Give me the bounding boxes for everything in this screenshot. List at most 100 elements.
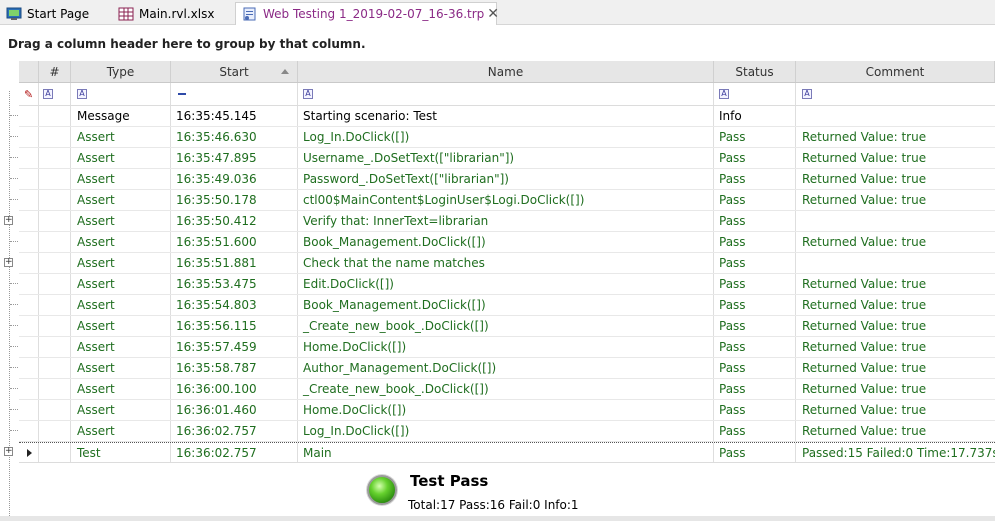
tree-tick [10,367,18,368]
comment-cell: Returned Value: true [802,361,927,375]
row-number-cell [39,358,71,378]
close-icon[interactable]: ✕ [484,6,502,22]
start-cell: 16:35:57.459 [171,337,298,357]
column-header-num[interactable]: # [39,61,71,82]
tree-gutter: + + + [0,61,19,521]
row-indicator [19,337,39,357]
table-row[interactable]: Assert 16:35:47.895 Username_.DoSetText(["… [19,148,995,169]
tab-label: Main.rvl.xlsx [139,6,215,21]
name-cell: Log_In.DoClick([]) [298,421,714,441]
comment-cell: Returned Value: true [802,340,927,354]
start-cell: 16:36:02.757 [171,421,298,441]
expand-icon[interactable]: + [4,258,13,267]
tree-tick [10,346,18,347]
filter-name[interactable]: A [298,83,714,105]
column-header-start[interactable]: Start [171,61,298,82]
status-cell: Pass [714,316,796,336]
filter-row: ✎ A A A A A [19,83,995,106]
text-filter-icon[interactable]: A [802,89,812,99]
table-row[interactable]: Assert 16:36:00.100 _Create_new_book_.DoCl… [19,379,995,400]
table-row[interactable]: Assert 16:35:46.630 Log_In.DoClick([]) Pass… [19,127,995,148]
table-row[interactable]: Test 16:36:02.757 Main Pass Passed:15 Failed… [19,442,995,463]
comment-cell: Returned Value: true [802,319,927,333]
table-row[interactable]: Assert 16:35:50.412 Verify that: InnerText… [19,211,995,232]
type-cell: Assert [71,190,171,210]
row-number-cell [39,253,71,273]
type-cell: Assert [71,295,171,315]
comment-cell [796,211,995,231]
name-cell: ctl00$MainContent$LoginUser$Logi.DoClick… [298,190,714,210]
start-cell: 16:35:56.115 [171,316,298,336]
row-indicator [19,190,39,210]
row-number-cell [39,379,71,399]
type-cell: Assert [71,232,171,252]
column-header-type[interactable]: Type [71,61,171,82]
table-row[interactable]: Assert 16:35:49.036 Password_.DoSetText(["… [19,169,995,190]
tab-web-testing-report[interactable]: Web Testing 1_2019-02-07_16-36.trp ✕ [235,2,499,25]
table-row[interactable]: Assert 16:35:57.459 Home.DoClick([]) Pass Re… [19,337,995,358]
text-filter-icon[interactable]: A [303,89,313,99]
expand-icon[interactable]: + [4,216,13,225]
column-header-start-label: Start [219,64,249,79]
tree-tick [10,115,18,116]
filter-num[interactable]: A [39,83,71,105]
tree-tick [10,304,18,305]
table-row[interactable]: Assert 16:35:54.803 Book_Management.DoClic… [19,295,995,316]
equals-filter-icon[interactable] [178,93,186,95]
table-row[interactable]: Assert 16:35:51.881 Check that the name ma… [19,253,995,274]
comment-cell: Passed:15 Failed:0 Time:17.737s [802,445,995,460]
name-cell: _Create_new_book_.DoClick([]) [298,316,714,336]
expand-icon[interactable]: + [4,447,13,456]
filter-clear-cell[interactable]: ✎ [19,83,39,105]
text-filter-icon[interactable]: A [77,89,87,99]
column-header-name[interactable]: Name [298,61,714,82]
text-filter-icon[interactable]: A [719,89,729,99]
row-number-cell [39,274,71,294]
table-row[interactable]: Assert 16:35:51.600 Book_Management.DoClic… [19,232,995,253]
table-row[interactable]: Assert 16:35:56.115 _Create_new_book_.DoCl… [19,316,995,337]
table-row[interactable]: Assert 16:35:50.178 ctl00$MainContent$Logi… [19,190,995,211]
status-cell: Pass [714,379,796,399]
start-cell: 16:36:02.757 [171,443,298,462]
row-indicator [19,295,39,315]
table-row[interactable]: Assert 16:35:53.475 Edit.DoClick([]) Pass Re… [19,274,995,295]
status-cell: Info [714,106,796,126]
group-by-panel[interactable]: Drag a column header here to group by th… [0,25,995,61]
filter-start[interactable] [171,83,298,105]
tab-start-page[interactable]: Start Page [0,2,110,25]
test-summary-panel: Test Pass Total:17 Pass:16 Fail:0 Info:1 [19,462,995,521]
row-number-cell [39,106,71,126]
table-row[interactable]: Assert 16:35:58.787 Author_Management.DoCl… [19,358,995,379]
comment-cell: Returned Value: true [802,130,927,144]
row-indicator [19,274,39,294]
status-cell: Pass [714,232,796,252]
clear-filter-icon[interactable]: ✎ [24,88,33,101]
row-indicator [19,127,39,147]
name-cell: _Create_new_book_.DoClick([]) [298,379,714,399]
start-cell: 16:35:51.600 [171,232,298,252]
filter-type[interactable]: A [71,83,171,105]
table-row[interactable]: Assert 16:36:01.460 Home.DoClick([]) Pass Re… [19,400,995,421]
tab-main-rvl-xlsx[interactable]: Main.rvl.xlsx [112,2,234,25]
table-row[interactable]: Assert 16:36:02.757 Log_In.DoClick([]) Pass… [19,421,995,442]
start-cell: 16:35:51.881 [171,253,298,273]
filter-status[interactable]: A [714,83,796,105]
column-header-status[interactable]: Status [714,61,796,82]
status-cell: Pass [714,443,796,462]
type-cell: Assert [71,211,171,231]
column-header-comment[interactable]: Comment [796,61,995,82]
tree-tick [10,157,18,158]
table-row[interactable]: Message 16:35:45.145 Starting scenario: Te… [19,106,995,127]
filter-comment[interactable]: A [796,83,995,105]
comment-cell: Returned Value: true [802,424,927,438]
tree-tick [10,178,18,179]
name-cell: Verify that: InnerText=librarian [298,211,714,231]
summary-stats: Total:17 Pass:16 Fail:0 Info:1 [408,498,579,512]
start-cell: 16:35:45.145 [171,106,298,126]
row-indicator [19,106,39,126]
report-icon [243,7,256,21]
row-indicator [19,253,39,273]
text-filter-icon[interactable]: A [43,89,53,99]
start-cell: 16:35:46.630 [171,127,298,147]
row-number-cell [39,190,71,210]
